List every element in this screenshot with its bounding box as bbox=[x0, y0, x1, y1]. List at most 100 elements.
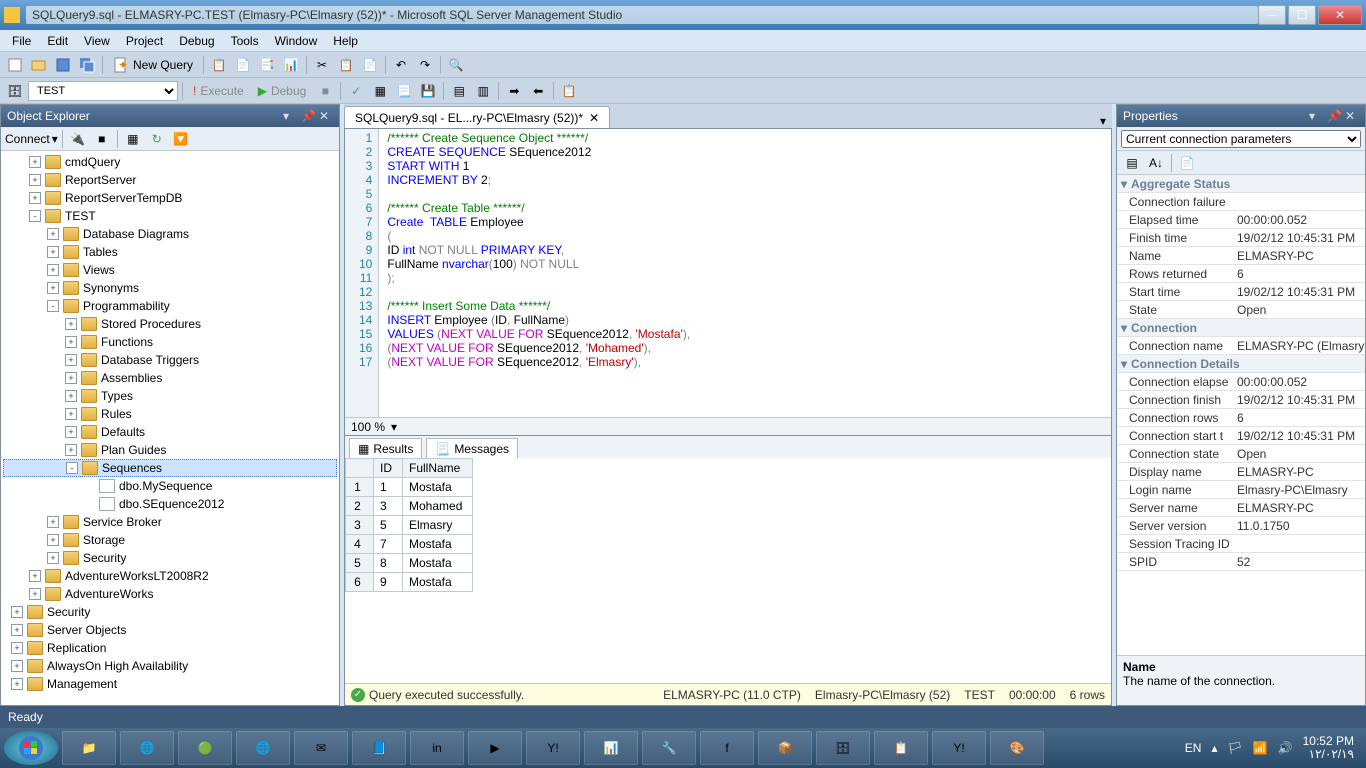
expander-icon[interactable]: + bbox=[65, 408, 77, 420]
property-row[interactable]: Server nameELMASRY-PC bbox=[1117, 499, 1365, 517]
menu-project[interactable]: Project bbox=[118, 32, 171, 50]
expander-icon[interactable]: + bbox=[65, 390, 77, 402]
expander-icon[interactable]: - bbox=[29, 210, 41, 222]
minimize-button[interactable]: ─ bbox=[1258, 5, 1286, 25]
system-tray[interactable]: EN ▴ 🏳 📶 🔊 10:52 PM ١٢/٠٢/١٩ bbox=[1177, 735, 1362, 761]
tree-node[interactable]: +Replication bbox=[3, 639, 337, 657]
taskbar-ie2[interactable]: 🌐 bbox=[236, 731, 290, 765]
tab-dropdown-icon[interactable]: ▾ bbox=[1094, 114, 1112, 128]
property-row[interactable]: Connection elapse00:00:00.052 bbox=[1117, 373, 1365, 391]
property-row[interactable]: Server version11.0.1750 bbox=[1117, 517, 1365, 535]
taskbar-yahoo[interactable]: Y! bbox=[526, 731, 580, 765]
expander-icon[interactable]: - bbox=[47, 300, 59, 312]
dropdown-icon[interactable]: ▾ bbox=[283, 109, 297, 123]
tree-node[interactable]: dbo.MySequence bbox=[3, 477, 337, 495]
expander-icon[interactable]: + bbox=[65, 444, 77, 456]
toolbar-icon1[interactable]: 📋 bbox=[208, 54, 230, 76]
db-icon[interactable]: 🗄 bbox=[4, 80, 26, 102]
debug-button[interactable]: ▶Debug bbox=[252, 80, 313, 102]
save-all-icon[interactable] bbox=[76, 54, 98, 76]
expander-icon[interactable]: + bbox=[65, 354, 77, 366]
tree-node[interactable]: -Sequences bbox=[3, 459, 337, 477]
undo-icon[interactable]: ↶ bbox=[390, 54, 412, 76]
maximize-button[interactable]: ☐ bbox=[1288, 5, 1316, 25]
expander-icon[interactable]: + bbox=[29, 588, 41, 600]
expander-icon[interactable]: + bbox=[47, 246, 59, 258]
property-category[interactable]: ▾ Aggregate Status bbox=[1117, 175, 1365, 193]
column-header[interactable]: FullName bbox=[403, 459, 473, 478]
expander-icon[interactable]: + bbox=[65, 426, 77, 438]
expander-icon[interactable]: + bbox=[47, 552, 59, 564]
menu-debug[interactable]: Debug bbox=[171, 32, 222, 50]
property-row[interactable]: Connection nameELMASRY-PC (Elmasry- bbox=[1117, 337, 1365, 355]
tree-node[interactable]: +ReportServerTempDB bbox=[3, 189, 337, 207]
tree-node[interactable]: +Functions bbox=[3, 333, 337, 351]
connect-button[interactable]: Connect bbox=[5, 132, 50, 146]
tree-node[interactable]: +ReportServer bbox=[3, 171, 337, 189]
taskbar-app4[interactable]: 📋 bbox=[874, 731, 928, 765]
table-row[interactable]: 58Mostafa bbox=[346, 554, 473, 573]
property-row[interactable]: Finish time19/02/12 10:45:31 PM bbox=[1117, 229, 1365, 247]
property-row[interactable]: Session Tracing ID bbox=[1117, 535, 1365, 553]
tab-close-icon[interactable]: ✕ bbox=[589, 111, 599, 125]
expander-icon[interactable]: + bbox=[47, 264, 59, 276]
tray-sound-icon[interactable]: 🔊 bbox=[1278, 741, 1293, 755]
property-category[interactable]: ▾ Connection Details bbox=[1117, 355, 1365, 373]
uncomment-icon[interactable]: ▥ bbox=[472, 80, 494, 102]
tree-node[interactable]: +Synonyms bbox=[3, 279, 337, 297]
cut-icon[interactable]: ✂ bbox=[311, 54, 333, 76]
taskbar-linkedin[interactable]: in bbox=[410, 731, 464, 765]
expander-icon[interactable]: + bbox=[29, 156, 41, 168]
tree-node[interactable]: +Database Diagrams bbox=[3, 225, 337, 243]
tree-node[interactable]: +cmdQuery bbox=[3, 153, 337, 171]
property-row[interactable]: Login nameElmasry-PC\Elmasry bbox=[1117, 481, 1365, 499]
menu-file[interactable]: File bbox=[4, 32, 39, 50]
menu-view[interactable]: View bbox=[76, 32, 118, 50]
paste-icon[interactable]: 📄 bbox=[359, 54, 381, 76]
pin-icon[interactable]: 📌 bbox=[301, 109, 315, 123]
tree-node[interactable]: +Assemblies bbox=[3, 369, 337, 387]
expander-icon[interactable]: + bbox=[47, 534, 59, 546]
menu-help[interactable]: Help bbox=[325, 32, 366, 50]
taskbar-video[interactable]: ▶ bbox=[468, 731, 522, 765]
tree-node[interactable]: +Rules bbox=[3, 405, 337, 423]
menu-window[interactable]: Window bbox=[267, 32, 326, 50]
property-row[interactable]: Display nameELMASRY-PC bbox=[1117, 463, 1365, 481]
tree-node[interactable]: dbo.SEquence2012 bbox=[3, 495, 337, 513]
menu-tools[interactable]: Tools bbox=[223, 32, 267, 50]
connect-dropdown-icon[interactable]: ▾ bbox=[52, 132, 58, 146]
table-row[interactable]: 23Mohamed bbox=[346, 497, 473, 516]
zoom-level[interactable]: 100 % bbox=[351, 420, 385, 434]
toolbar-icon4[interactable]: 📊 bbox=[280, 54, 302, 76]
tree-node[interactable]: +Server Objects bbox=[3, 621, 337, 639]
taskbar-app2[interactable]: 🔧 bbox=[642, 731, 696, 765]
indent-icon[interactable]: ➡ bbox=[503, 80, 525, 102]
expander-icon[interactable]: + bbox=[11, 660, 23, 672]
taskbar-ie[interactable]: 🌐 bbox=[120, 731, 174, 765]
pin-icon[interactable]: 📌 bbox=[1327, 109, 1341, 123]
tree-node[interactable]: +Tables bbox=[3, 243, 337, 261]
table-row[interactable]: 69Mostafa bbox=[346, 573, 473, 592]
tree-node[interactable]: +AdventureWorks bbox=[3, 585, 337, 603]
code-editor[interactable]: 1234567891011121314151617 /****** Create… bbox=[345, 129, 1111, 417]
tree-node[interactable]: +Database Triggers bbox=[3, 351, 337, 369]
refresh-icon[interactable]: ↻ bbox=[146, 128, 168, 150]
tray-up-icon[interactable]: ▴ bbox=[1211, 741, 1217, 755]
expander-icon[interactable]: - bbox=[66, 462, 78, 474]
start-button[interactable] bbox=[4, 731, 58, 765]
property-pages-icon[interactable]: 📄 bbox=[1176, 152, 1198, 174]
property-row[interactable]: Connection start t19/02/12 10:45:31 PM bbox=[1117, 427, 1365, 445]
table-row[interactable]: 11Mostafa bbox=[346, 478, 473, 497]
property-row[interactable]: SPID52 bbox=[1117, 553, 1365, 571]
results-grid-icon[interactable]: ▦ bbox=[369, 80, 391, 102]
dropdown-icon[interactable]: ▾ bbox=[1309, 109, 1323, 123]
property-row[interactable]: Elapsed time00:00:00.052 bbox=[1117, 211, 1365, 229]
parse-icon[interactable]: ✓ bbox=[345, 80, 367, 102]
results-text-icon[interactable]: 📃 bbox=[393, 80, 415, 102]
tab-results[interactable]: ▦ Results bbox=[349, 438, 422, 458]
results-file-icon[interactable]: 💾 bbox=[417, 80, 439, 102]
stop-icon[interactable]: ■ bbox=[91, 128, 113, 150]
property-row[interactable]: Connection failure bbox=[1117, 193, 1365, 211]
expander-icon[interactable]: + bbox=[65, 318, 77, 330]
tray-clock[interactable]: 10:52 PM ١٢/٠٢/١٩ bbox=[1303, 735, 1354, 761]
